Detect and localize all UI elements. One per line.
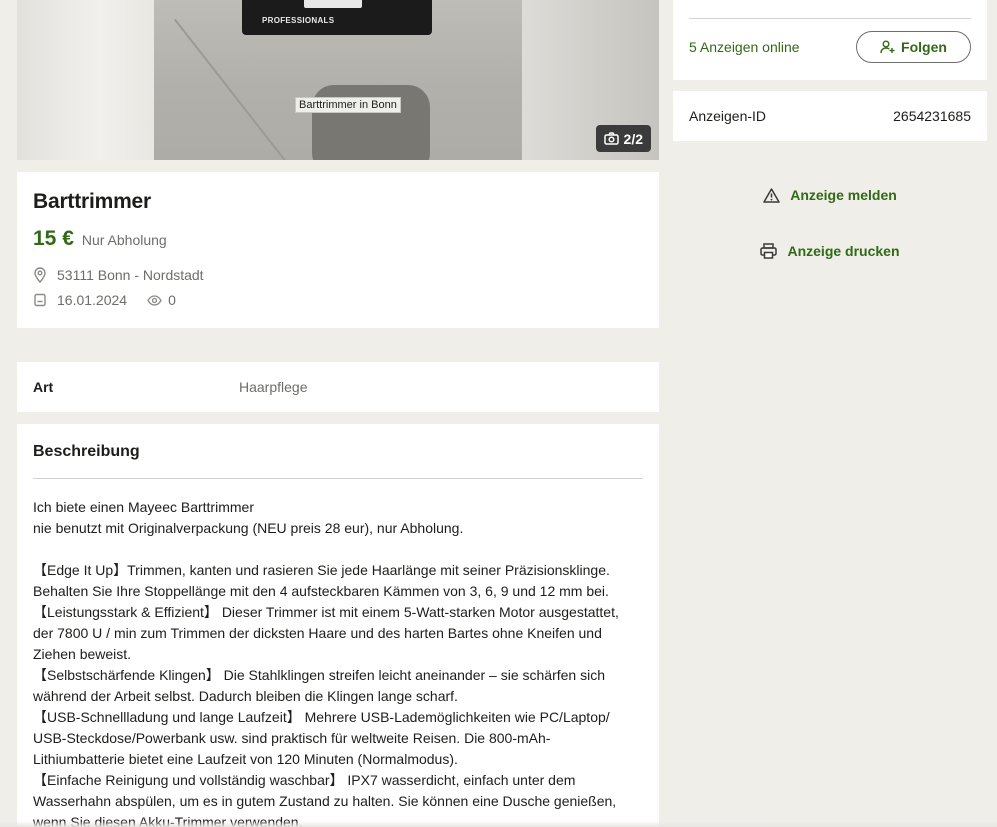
description-line: Lithiumbatterie bietet eine Laufzeit von… — [33, 751, 458, 767]
listing-photo[interactable]: PROFESSIONALS Barttrimmer in Bonn — [154, 0, 522, 160]
ad-id-value: 2654231685 — [893, 108, 971, 124]
seller-ads-online-link[interactable]: 5 Anzeigen online — [689, 39, 800, 55]
report-ad-label: Anzeige melden — [790, 187, 897, 203]
location-row: 53111 Bonn - Nordstadt — [33, 267, 643, 283]
listing-location[interactable]: 53111 Bonn - Nordstadt — [57, 267, 204, 283]
image-counter-text: 2/2 — [623, 130, 643, 147]
description-line: Ich biete einen Mayeec Barttrimmer — [33, 499, 254, 515]
image-counter[interactable]: 2/2 — [595, 125, 651, 152]
attribute-key: Art — [33, 379, 54, 395]
view-count: 0 — [147, 292, 176, 308]
date-row: 16.01.2024 0 — [33, 292, 643, 308]
report-ad-link[interactable]: Anzeige melden — [673, 187, 987, 203]
description-line: USB-Steckdose/Powerbank usw. sind prakti… — [33, 730, 551, 746]
price-row: 15 € Nur Abholung — [33, 227, 643, 251]
description-text: Ich biete einen Mayeec Barttrimmer nie b… — [33, 479, 643, 827]
description-line: 【Selbstschärfende Klingen】 Die Stahlklin… — [33, 667, 605, 683]
description-heading: Beschreibung — [33, 424, 643, 479]
photo-floor-line — [174, 18, 299, 160]
bottom-fade — [0, 821, 997, 827]
listing-summary-card: Barttrimmer 15 € Nur Abholung 53111 Bonn… — [17, 172, 659, 328]
warning-icon — [763, 187, 780, 203]
description-card: Beschreibung Ich biete einen Mayeec Bart… — [17, 424, 659, 827]
follow-button[interactable]: Folgen — [856, 31, 971, 63]
eye-icon — [147, 294, 162, 306]
camera-icon — [603, 132, 619, 145]
follow-button-label: Folgen — [901, 39, 947, 55]
description-line: Behalten Sie Ihre Stoppellänge mit den 4… — [33, 583, 609, 599]
image-gallery[interactable]: PROFESSIONALS Barttrimmer in Bonn 2/2 — [17, 0, 659, 160]
description-line: der 7800 U / min zum Trimmen der dickste… — [33, 625, 602, 641]
print-ad-link[interactable]: Anzeige drucken — [673, 243, 987, 259]
description-line: 【Leistungsstark & Effizient】 Dieser Trim… — [33, 604, 619, 620]
location-pin-icon — [34, 267, 46, 283]
listing-date: 16.01.2024 — [57, 292, 128, 308]
ad-id-card: Anzeigen-ID 2654231685 — [673, 91, 987, 141]
description-line: Wasserhahn abspülen, um es in gutem Zust… — [33, 793, 617, 809]
description-line: 【USB-Schnellladung und lange Laufzeit】 M… — [33, 709, 610, 725]
description-line: nie benutzt mit Originalverpackung (NEU … — [33, 520, 464, 536]
calendar-icon — [34, 293, 46, 307]
ad-id-label: Anzeigen-ID — [689, 108, 767, 124]
user-follow-icon — [880, 40, 895, 54]
gallery-blurred-left — [17, 0, 154, 160]
print-ad-label: Anzeige drucken — [787, 243, 900, 259]
photo-box-label-area — [304, 0, 362, 8]
photo-caption: Barttrimmer in Bonn — [295, 97, 401, 113]
attributes-card: Art Haarpflege — [17, 362, 659, 412]
seller-divider — [689, 18, 971, 19]
attribute-value: Haarpflege — [239, 379, 308, 395]
description-line: während der Arbeit selbst. Dadurch bleib… — [33, 688, 458, 704]
listing-price: 15 € — [33, 227, 74, 250]
seller-card: 5 Anzeigen online Folgen — [673, 0, 987, 80]
description-line: 【Einfache Reinigung und vollständig wasc… — [33, 772, 576, 788]
shipping-note: Nur Abholung — [81, 232, 167, 248]
printer-icon — [760, 243, 778, 259]
description-blank-line — [33, 539, 643, 560]
description-line: 【Edge It Up】Trimmen, kanten und rasieren… — [33, 562, 610, 578]
description-line: Ziehen beweist. — [33, 646, 132, 662]
photo-box-text: PROFESSIONALS — [262, 16, 335, 25]
view-count-value: 0 — [168, 292, 176, 308]
listing-title: Barttrimmer — [33, 190, 152, 213]
